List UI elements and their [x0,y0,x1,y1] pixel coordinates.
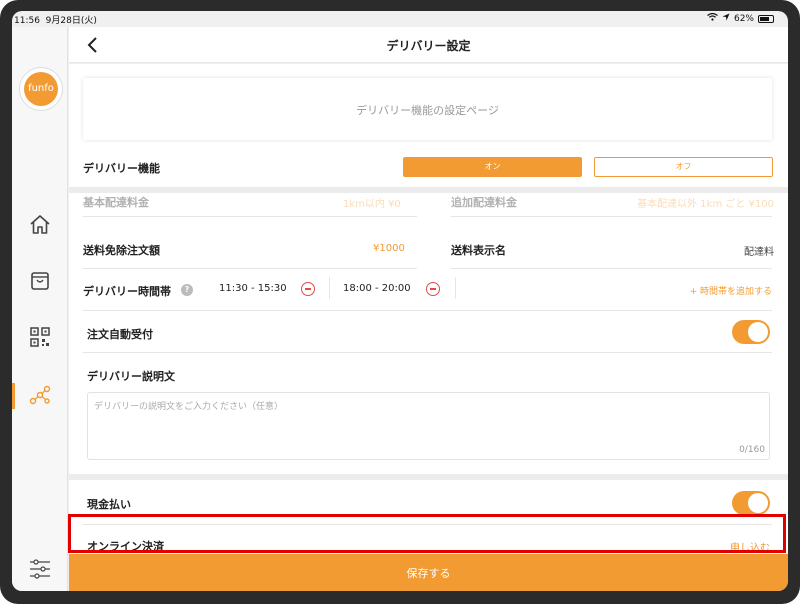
location-arrow-icon [722,13,730,24]
qr-code-icon[interactable] [28,325,52,349]
banner-text: デリバリー機能の設定ページ [356,104,499,117]
delivery-function-label: デリバリー機能 [83,162,160,175]
share-nodes-icon[interactable] [28,383,52,407]
description-counter: 0/160 [739,445,765,455]
row-divider [451,216,772,217]
sliders-icon[interactable] [28,557,52,581]
row-divider [83,268,417,269]
description-label: デリバリー説明文 [87,370,175,383]
battery-icon [758,14,774,23]
delivery-off-button[interactable]: オフ [594,157,773,177]
description-placeholder: デリバリーの説明文をご入力ください（任意） [94,402,284,412]
cash-payment-toggle[interactable] [732,491,770,515]
page-title: デリバリー設定 [386,39,471,53]
logo-text: funfo [24,72,58,106]
row-divider [83,352,772,353]
settings-content: デリバリー機能の設定ページ デリバリー機能 オン オフ 基本配達料金 1km以内… [69,64,788,554]
remove-time-slot-1-button[interactable] [301,282,315,296]
time-slot-1[interactable]: 11:30 - 15:30 [219,283,287,294]
delivery-time-label: デリバリー時間帯 [83,285,171,298]
extra-fee-label: 追加配達料金 [451,196,517,209]
slot-divider [455,277,456,299]
highlight-box [68,514,786,553]
free-shipping-label: 送料免除注文額 [83,244,160,257]
auto-accept-toggle[interactable] [732,320,770,344]
wifi-icon [707,12,718,24]
logo[interactable]: funfo [19,67,63,111]
cash-payment-label: 現金払い [87,498,131,511]
status-bar: 11:56 9月28日(火) 62% [12,11,788,27]
nav-active-indicator [12,383,15,409]
extra-fee-value[interactable]: 基本配達以外 1km ごと ¥100 [637,195,774,210]
status-right: 62% [707,12,774,24]
slot-divider [329,277,330,299]
auto-accept-label: 注文自動受付 [87,328,153,341]
base-fee-value[interactable]: 1km以内 ¥0 [343,195,401,210]
section-divider [69,474,788,480]
row-divider [83,310,772,311]
row-divider [451,268,772,269]
fee-display-name-label: 送料表示名 [451,244,506,257]
remove-time-slot-2-button[interactable] [426,282,440,296]
sidebar: funfo [12,27,68,591]
fee-display-name-value[interactable]: 配達料 [744,243,774,258]
header: デリバリー設定 [69,27,788,63]
status-time: 11:56 9月28日(火) [14,16,97,26]
row-divider [83,216,417,217]
help-icon[interactable]: ? [181,284,193,296]
save-button[interactable]: 保存する [69,554,788,591]
info-banner: デリバリー機能の設定ページ [83,78,772,140]
base-fee-label: 基本配達料金 [83,196,149,209]
save-button-label: 保存する [406,567,451,580]
section-divider [69,187,788,193]
time-slot-2[interactable]: 18:00 - 20:00 [343,283,411,294]
free-shipping-value[interactable]: ¥1000 [373,243,405,254]
home-icon[interactable] [28,213,52,237]
description-textarea[interactable]: デリバリーの説明文をご入力ください（任意） 0/160 [87,392,770,460]
screen: 11:56 9月28日(火) 62% funfo デリバリー設定 デリバリー機能… [12,11,788,591]
toggle-knob [748,322,768,342]
battery-percent: 62% [733,13,754,24]
bag-icon[interactable] [28,269,52,293]
toggle-knob [748,493,768,513]
add-time-slot-button[interactable]: + 時間帯を追加する [690,284,772,297]
delivery-on-button[interactable]: オン [403,157,582,177]
